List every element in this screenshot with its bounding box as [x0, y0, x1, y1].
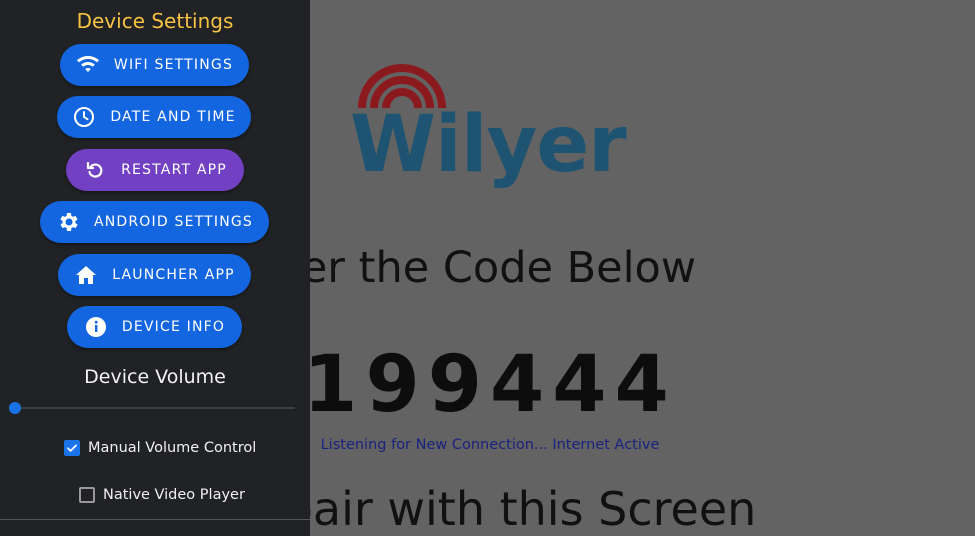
device-info-button[interactable]: DEVICE INFO — [67, 306, 242, 348]
device-volume-title: Device Volume — [84, 366, 226, 388]
drawer-divider — [0, 519, 310, 520]
checkbox-unchecked-icon — [79, 487, 95, 503]
home-icon — [74, 263, 98, 287]
restart-app-button[interactable]: RESTART APP — [66, 149, 244, 191]
native-video-player-label: Native Video Player — [103, 487, 245, 503]
settings-drawer: Device Settings WIFI SETTINGS DATE AND T… — [0, 0, 310, 536]
manual-volume-control-checkbox[interactable]: Manual Volume Control — [64, 440, 256, 456]
restart-icon — [83, 158, 107, 182]
android-settings-label: ANDROID SETTINGS — [93, 214, 254, 230]
native-video-player-checkbox[interactable]: Native Video Player — [79, 487, 245, 503]
restart-app-label: RESTART APP — [121, 162, 227, 178]
date-time-label: DATE AND TIME — [110, 109, 236, 125]
logo-text: Wilyer — [350, 100, 627, 190]
wifi-settings-button[interactable]: WIFI SETTINGS — [60, 44, 249, 86]
device-info-label: DEVICE INFO — [121, 319, 226, 335]
gear-icon — [56, 210, 80, 234]
volume-slider-thumb[interactable] — [9, 402, 21, 414]
checkbox-checked-icon — [64, 440, 80, 456]
connection-status: Listening for New Connection... Internet… — [320, 437, 660, 453]
volume-slider-track[interactable] — [15, 407, 295, 409]
clock-icon — [72, 105, 96, 129]
wifi-icon — [76, 53, 100, 77]
android-settings-button[interactable]: ANDROID SETTINGS — [40, 201, 269, 243]
launcher-app-label: LAUNCHER APP — [112, 267, 235, 283]
drawer-title: Device Settings — [76, 9, 234, 33]
info-icon — [84, 315, 108, 339]
wifi-settings-label: WIFI SETTINGS — [113, 57, 234, 73]
pairing-code: 199444 — [303, 340, 677, 430]
launcher-app-button[interactable]: LAUNCHER APP — [58, 254, 251, 296]
manual-volume-control-label: Manual Volume Control — [88, 440, 257, 456]
date-time-button[interactable]: DATE AND TIME — [57, 96, 251, 138]
